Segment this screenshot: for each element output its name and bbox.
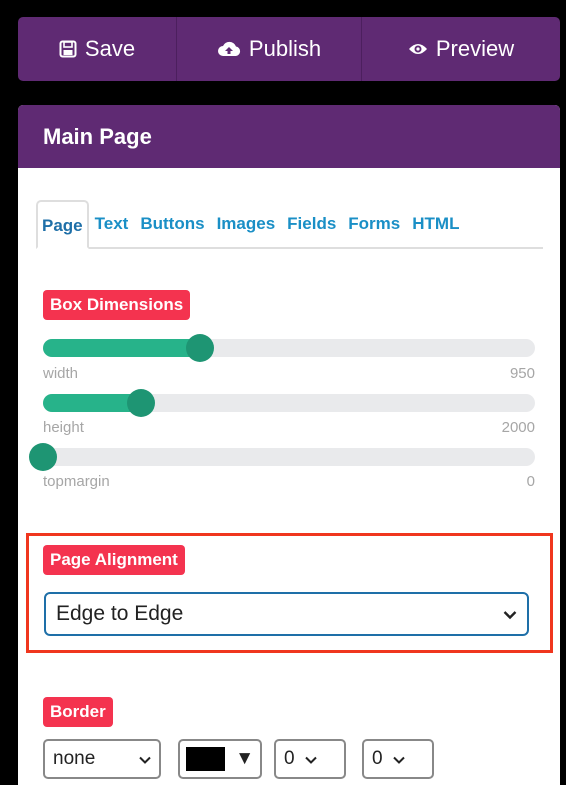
border-style-select[interactable]: none bbox=[43, 739, 161, 779]
tab-images[interactable]: Images bbox=[211, 214, 282, 247]
topmargin-slider-labels: topmargin 0 bbox=[43, 473, 535, 490]
save-button[interactable]: Save bbox=[18, 17, 177, 81]
slider-label: topmargin bbox=[43, 473, 110, 490]
floppy-disk-icon bbox=[59, 40, 77, 58]
tab-html[interactable]: HTML bbox=[406, 214, 465, 247]
tab-buttons[interactable]: Buttons bbox=[134, 214, 210, 247]
tab-fields[interactable]: Fields bbox=[281, 214, 342, 247]
border-color-picker[interactable]: ▼ bbox=[178, 739, 262, 779]
color-swatch bbox=[186, 747, 226, 771]
tab-bar: Page Text Buttons Images Fields Forms HT… bbox=[36, 195, 543, 249]
border-radius-select[interactable]: 0 bbox=[362, 739, 434, 779]
tab-page[interactable]: Page bbox=[36, 200, 89, 249]
eye-icon bbox=[408, 42, 428, 56]
box-dimensions-heading: Box Dimensions bbox=[43, 290, 191, 320]
preview-button[interactable]: Preview bbox=[362, 17, 560, 81]
page-alignment-heading: Page Alignment bbox=[43, 545, 185, 575]
slider-value: 0 bbox=[526, 473, 535, 490]
chevron-down-icon bbox=[503, 602, 517, 626]
tab-forms[interactable]: Forms bbox=[342, 214, 406, 247]
border-width-select[interactable]: 0 bbox=[274, 739, 346, 779]
width-slider-labels: width 950 bbox=[43, 365, 535, 382]
top-toolbar: Save Publish Preview bbox=[18, 17, 560, 81]
slider-label: width bbox=[43, 365, 79, 382]
border-heading: Border bbox=[43, 697, 113, 727]
height-slider[interactable] bbox=[43, 389, 535, 417]
slider-thumb[interactable] bbox=[29, 443, 57, 471]
page-alignment-select[interactable]: Edge to Edge bbox=[44, 592, 529, 636]
height-slider-labels: height 2000 bbox=[43, 419, 535, 436]
slider-value: 950 bbox=[509, 365, 535, 382]
tab-text[interactable]: Text bbox=[89, 214, 135, 247]
preview-label: Preview bbox=[435, 36, 515, 61]
publish-label: Publish bbox=[248, 36, 322, 61]
width-slider[interactable] bbox=[43, 334, 535, 362]
panel-title: Main Page bbox=[18, 105, 560, 168]
slider-fill bbox=[43, 339, 201, 357]
save-label: Save bbox=[84, 36, 136, 61]
slider-track bbox=[43, 448, 535, 466]
slider-label: height bbox=[43, 419, 84, 436]
cloud-upload-icon bbox=[217, 40, 241, 58]
publish-button[interactable]: Publish bbox=[177, 17, 362, 81]
topmargin-slider[interactable] bbox=[29, 443, 535, 471]
settings-panel: Main Page Page Text Buttons Images Field… bbox=[18, 105, 560, 785]
slider-value: 2000 bbox=[501, 419, 535, 436]
page-alignment-value: Edge to Edge bbox=[56, 602, 184, 625]
